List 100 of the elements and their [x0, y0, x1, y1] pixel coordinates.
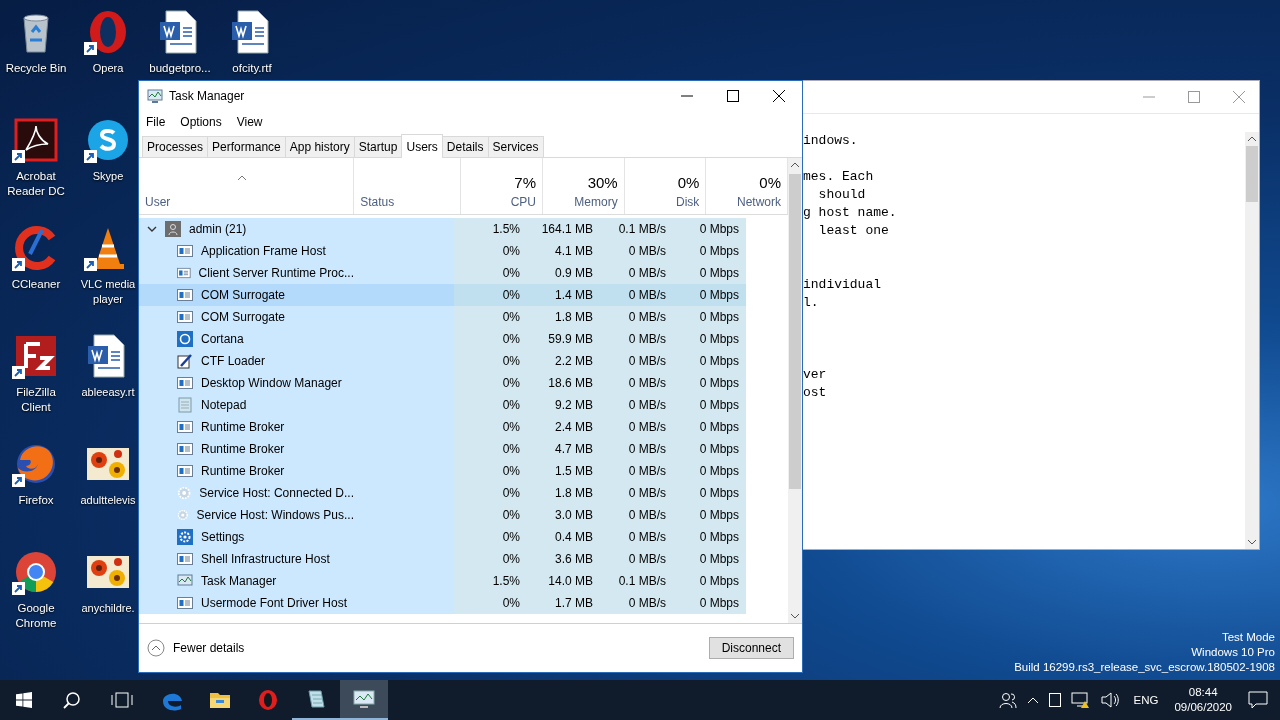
language-indicator[interactable]: ENG	[1133, 694, 1159, 706]
scroll-up-icon[interactable]	[1247, 136, 1257, 142]
process-row[interactable]: Task Manager 1.5% 14.0 MB 0.1 MB/s 0 Mbps	[139, 570, 746, 592]
process-row[interactable]: Settings 0% 0.4 MB 0 MB/s 0 Mbps	[139, 526, 746, 548]
table-cell: 0%	[454, 504, 527, 526]
menu-item[interactable]: Options	[180, 115, 222, 129]
desktop-icon-label[interactable]: ableeasy.rt	[81, 385, 135, 400]
scroll-down-icon[interactable]	[1247, 539, 1257, 545]
tab[interactable]: Processes	[142, 136, 209, 157]
scroll-thumb[interactable]	[789, 174, 801, 489]
process-row[interactable]: Cortana 0% 59.9 MB 0 MB/s 0 Mbps	[139, 328, 746, 350]
tab[interactable]: App history	[284, 136, 355, 157]
table-cell: 0%	[454, 306, 527, 328]
clock[interactable]: 08:44 09/06/2020	[1174, 685, 1232, 715]
tab[interactable]: Users	[401, 134, 443, 158]
process-row[interactable]: Shell Infrastructure Host 0% 3.6 MB 0 MB/s 0 Mbps	[139, 548, 746, 570]
process-row[interactable]: Runtime Broker 0% 2.4 MB 0 MB/s 0 Mbps	[139, 416, 746, 438]
expand-icon[interactable]	[147, 224, 157, 234]
monitor-chart-icon[interactable]	[352, 687, 376, 711]
menu-item[interactable]: View	[236, 115, 263, 129]
table-cell: 0 Mbps	[673, 592, 746, 614]
scrollbar[interactable]	[788, 158, 802, 623]
menu-item[interactable]: File	[146, 115, 166, 129]
task-view-icon[interactable]	[111, 692, 133, 708]
desktop-icon-label[interactable]: adulttelevis	[80, 493, 136, 508]
table-cell: 0 MB/s	[600, 526, 673, 548]
user-group-row[interactable]: admin (21) 1.5% 164.1 MB 0.1 MB/s 0 Mbps	[139, 218, 746, 240]
column-header[interactable]: Status	[354, 158, 462, 214]
column-header[interactable]: User	[139, 158, 355, 214]
table-cell: 0 Mbps	[673, 262, 746, 284]
table-cell: 0 MB/s	[600, 328, 673, 350]
window-icon[interactable]	[1048, 693, 1061, 707]
table-cell: 0 Mbps	[673, 218, 746, 240]
desktop-icon-label[interactable]: FileZilla Client	[2, 385, 70, 415]
maximize-icon[interactable]	[727, 90, 739, 102]
process-row[interactable]: Service Host: Connected D... 0% 1.8 MB 0 MB/s 0 Mbps	[139, 482, 746, 504]
taskmgr-taskbar-button[interactable]	[340, 680, 388, 720]
close-icon[interactable]	[773, 90, 785, 102]
process-row[interactable]: Service Host: Windows Pus... 0% 3.0 MB 0 MB/s 0 Mbps	[139, 504, 746, 526]
fewer-details-button[interactable]: Fewer details	[147, 639, 245, 657]
process-row[interactable]: Runtime Broker 0% 1.5 MB 0 MB/s 0 Mbps	[139, 460, 746, 482]
table-cell: 0 MB/s	[600, 240, 673, 262]
process-row[interactable]: Application Frame Host 0% 4.1 MB 0 MB/s 0 Mbps	[139, 240, 746, 262]
process-row[interactable]: Client Server Runtime Proc... 0% 0.9 MB 0 MB/s 0 Mbps	[139, 262, 746, 284]
disconnect-button[interactable]: Disconnect	[708, 637, 794, 659]
scroll-thumb[interactable]	[1246, 146, 1258, 202]
process-row[interactable]: Notepad 0% 9.2 MB 0 MB/s 0 Mbps	[139, 394, 746, 416]
process-row[interactable]: COM Surrogate 0% 1.4 MB 0 MB/s 0 Mbps	[139, 284, 746, 306]
scroll-down-icon[interactable]	[790, 613, 800, 619]
column-header[interactable]: 30% Memory	[543, 158, 625, 214]
tab[interactable]: Startup	[353, 136, 403, 157]
process-name: Service Host: Connected D...	[199, 486, 354, 500]
table-cell: 0.9 MB	[527, 262, 600, 284]
desktop-icon-label[interactable]: Opera	[92, 61, 124, 76]
table-cell: 0 MB/s	[600, 460, 673, 482]
process-row[interactable]: Usermode Font Driver Host 0% 1.7 MB 0 MB/s 0 Mbps	[139, 592, 746, 614]
network-icon[interactable]	[1070, 691, 1091, 709]
desktop-icon-label[interactable]: Recycle Bin	[5, 61, 67, 76]
notification-icon[interactable]	[1248, 691, 1268, 709]
table-cell: 0 Mbps	[673, 240, 746, 262]
tab[interactable]: Services	[487, 136, 544, 157]
desktop-icon-label[interactable]: anychildre.	[81, 601, 135, 616]
tab[interactable]: Details	[441, 136, 489, 157]
process-row[interactable]: Runtime Broker 0% 4.7 MB 0 MB/s 0 Mbps	[139, 438, 746, 460]
table-cell: 4.1 MB	[527, 240, 600, 262]
process-name: Runtime Broker	[201, 464, 285, 478]
desktop-icon-label[interactable]: VLC media player	[79, 277, 137, 307]
desktop-icon-label[interactable]: Firefox	[18, 493, 54, 508]
desktop-icon-label[interactable]: Skype	[92, 169, 124, 184]
desktop-icon-label[interactable]: Google Chrome	[2, 601, 70, 631]
desktop-icon-label[interactable]: ofcity.rtf	[232, 61, 272, 76]
process-row[interactable]: COM Surrogate 0% 1.8 MB 0 MB/s 0 Mbps	[139, 306, 746, 328]
table-cell: 0 MB/s	[600, 394, 673, 416]
desktop-icon-label[interactable]: Acrobat Reader DC	[2, 169, 70, 199]
table-cell: 1.4 MB	[527, 284, 600, 306]
desktop-icon-label[interactable]: budgetpro...	[149, 61, 211, 76]
table-cell: 0 MB/s	[600, 350, 673, 372]
table-cell: 0%	[454, 526, 527, 548]
people-icon[interactable]	[998, 691, 1017, 709]
scrollbar[interactable]	[1245, 132, 1259, 549]
volume-icon[interactable]	[1100, 691, 1121, 709]
column-header[interactable]: 0% Disk	[624, 158, 707, 214]
table-cell: 1.7 MB	[527, 592, 600, 614]
process-row[interactable]: Desktop Window Manager 0% 18.6 MB 0 MB/s 0 Mbps	[139, 372, 746, 394]
tab[interactable]: Performance	[207, 136, 286, 157]
column-header[interactable]: 7% CPU	[461, 158, 543, 214]
ring-icon[interactable]	[256, 688, 280, 712]
table-cell: 0 MB/s	[600, 372, 673, 394]
desktop-icon-label[interactable]: CCleaner	[11, 277, 61, 292]
table-cell: 0.1 MB/s	[600, 218, 673, 240]
table-cell: 0 Mbps	[673, 284, 746, 306]
acrobat-icon[interactable]	[12, 116, 60, 164]
scroll-up-icon[interactable]	[790, 162, 800, 168]
process-row[interactable]: CTF Loader 0% 2.2 MB 0 MB/s 0 Mbps	[139, 350, 746, 372]
table-cell: 0 Mbps	[673, 482, 746, 504]
search-icon[interactable]	[63, 691, 81, 709]
table-cell: 0 Mbps	[673, 394, 746, 416]
table-cell: 0.4 MB	[527, 526, 600, 548]
table-cell: 0 Mbps	[673, 328, 746, 350]
start-icon[interactable]	[16, 692, 32, 708]
